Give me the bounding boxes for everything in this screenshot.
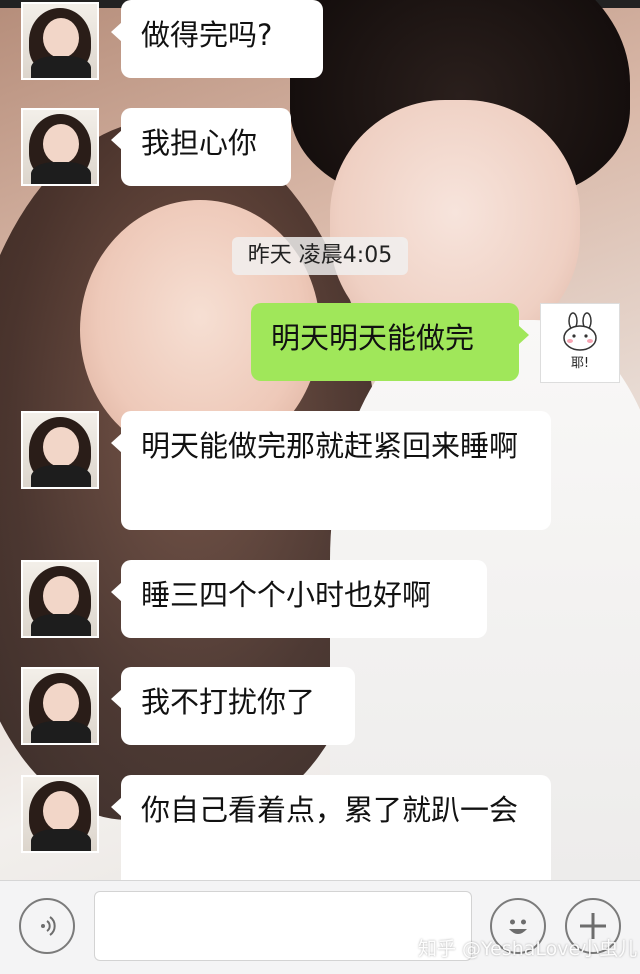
contact-avatar[interactable] <box>21 775 99 853</box>
contact-avatar[interactable] <box>21 2 99 80</box>
incoming-message-bubble[interactable]: 我担心你 <box>111 108 291 186</box>
voice-button[interactable] <box>19 898 75 954</box>
message-text: 你自己看着点，累了就趴一会 <box>141 793 519 827</box>
message-text: 我担心你 <box>141 126 258 160</box>
incoming-message-bubble[interactable]: 明天能做完那就赶紧回来睡啊 <box>111 411 551 530</box>
contact-avatar[interactable] <box>21 667 99 745</box>
message-text: 明天明天能做完 <box>271 321 475 355</box>
contact-avatar[interactable] <box>21 560 99 638</box>
watermark-text: 知乎 @YeshaLove小虫儿 <box>418 938 638 960</box>
message-text: 我不打扰你了 <box>141 685 316 719</box>
voice-icon <box>41 916 56 936</box>
contact-avatar[interactable] <box>21 411 99 489</box>
outgoing-message-bubble[interactable]: 明天明天能做完 <box>251 303 529 381</box>
self-avatar[interactable]: 耶! <box>540 303 620 383</box>
timestamp-label: 昨天 凌晨4:05 <box>232 237 408 275</box>
bunny-sticker-icon <box>563 312 597 351</box>
message-text: 做得完吗? <box>141 18 273 52</box>
incoming-message-bubble[interactable]: 做得完吗? <box>111 0 323 78</box>
sticker-caption: 耶! <box>570 356 590 371</box>
message-text: 明天能做完那就赶紧回来睡啊 <box>141 429 519 463</box>
message-input[interactable] <box>94 891 472 961</box>
incoming-message-bubble[interactable]: 睡三四个个小时也好啊 <box>111 560 487 638</box>
incoming-message-bubble[interactable]: 我不打扰你了 <box>111 667 355 745</box>
contact-avatar[interactable] <box>21 108 99 186</box>
message-text: 睡三四个个小时也好啊 <box>141 578 432 612</box>
incoming-message-bubble[interactable]: 你自己看着点，累了就趴一会 <box>111 775 551 880</box>
